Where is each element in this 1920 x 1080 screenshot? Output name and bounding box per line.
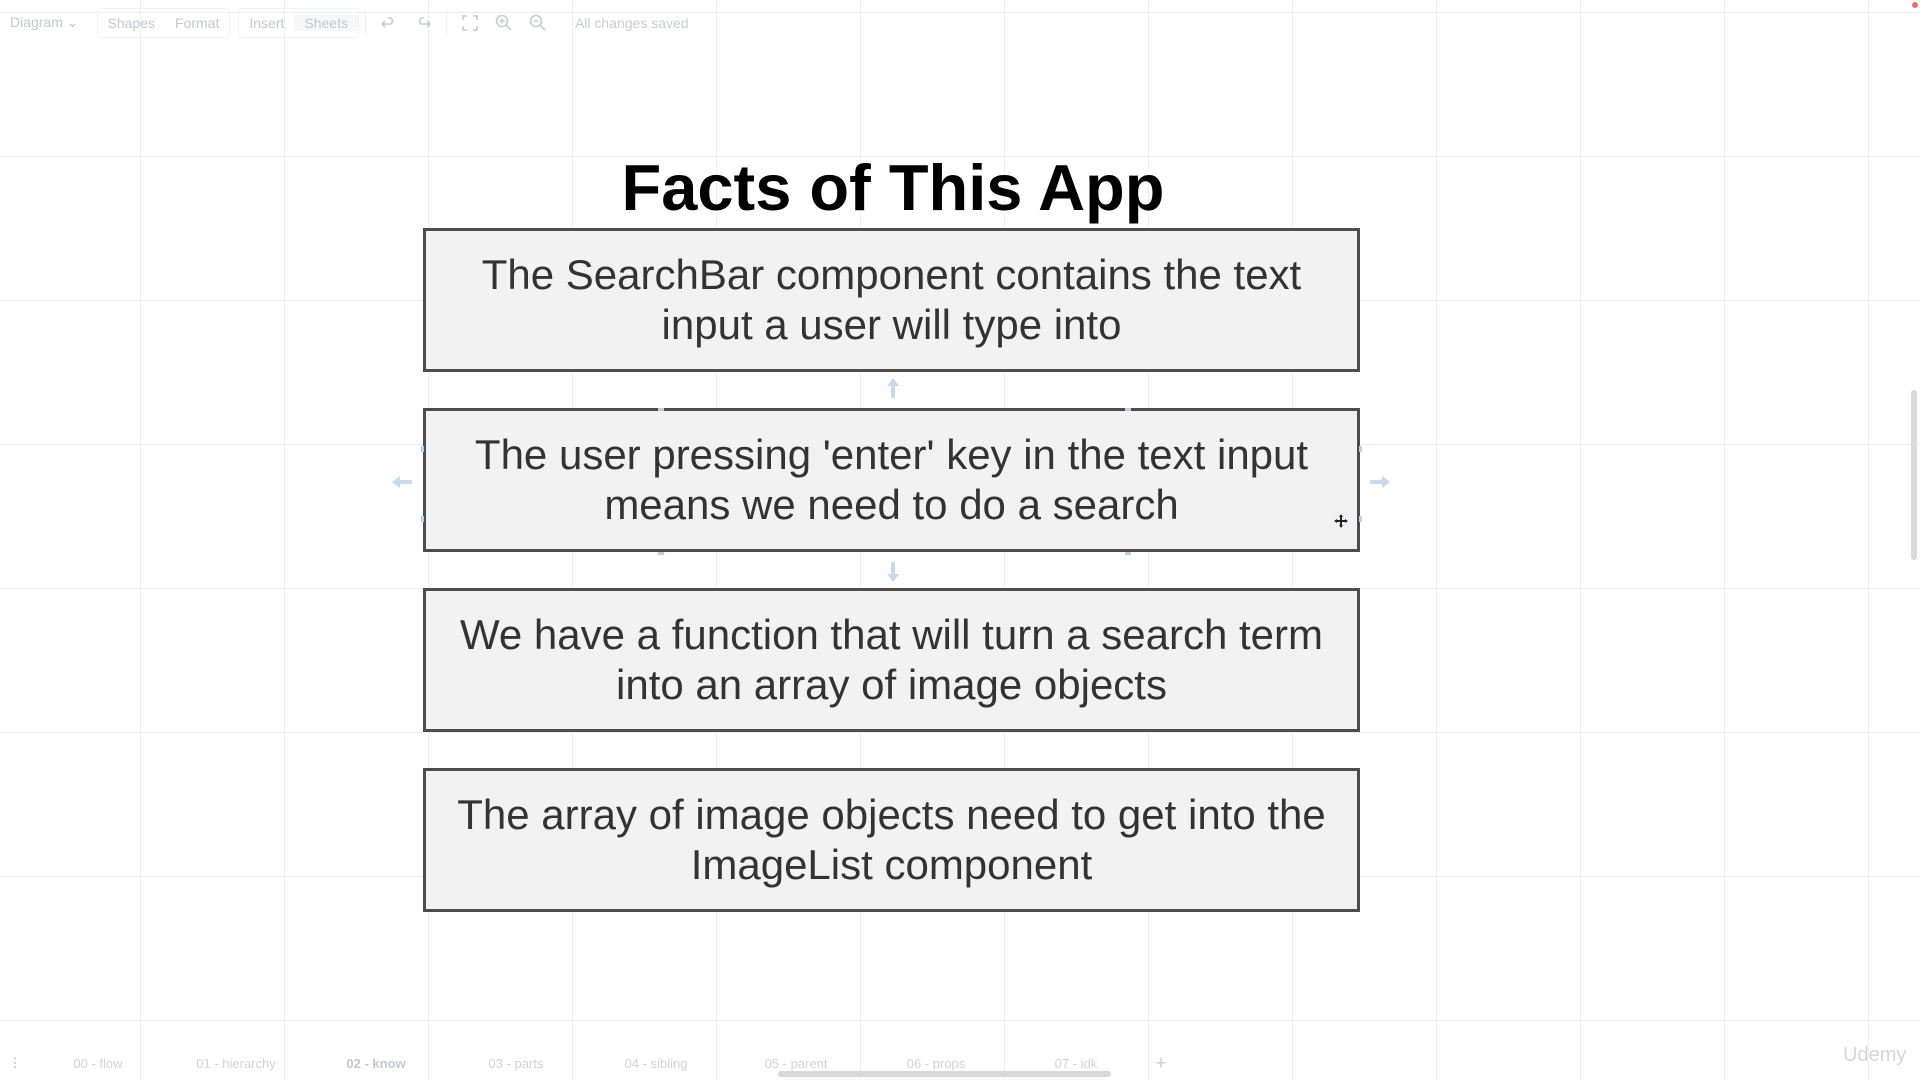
selection-handle[interactable] <box>658 408 664 411</box>
selection-handle[interactable] <box>421 516 424 522</box>
arrow-up-icon[interactable] <box>884 376 902 400</box>
add-page-icon[interactable]: + <box>1146 1053 1176 1074</box>
close-dot-icon[interactable] <box>1912 2 1918 8</box>
zoom-in-icon[interactable] <box>487 9 521 37</box>
toolbar: Diagram ⌄ Shapes Format Insert Sheets Al… <box>0 0 1920 45</box>
format-button[interactable]: Format <box>165 15 229 31</box>
tab-idk[interactable]: 07 - idk <box>1006 1056 1146 1071</box>
panel-toggle-group: Shapes Format <box>96 7 231 38</box>
tab-hierarchy[interactable]: 01 - hierarchy <box>166 1056 306 1071</box>
tab-parts[interactable]: 03 - parts <box>446 1056 586 1071</box>
horizontal-scrollbar[interactable] <box>778 1071 1111 1077</box>
toolbar-divider <box>364 9 366 36</box>
diagram-title[interactable]: Facts of This App <box>423 145 1363 230</box>
diagram-menu[interactable]: Diagram ⌄ <box>0 14 89 31</box>
selection-handle[interactable] <box>1359 516 1362 522</box>
selection-handle[interactable] <box>1125 408 1131 411</box>
arrow-down-icon[interactable] <box>884 560 902 584</box>
insert-button[interactable]: Insert <box>239 15 294 31</box>
selection-handle[interactable] <box>421 446 424 452</box>
insert-group: Insert Sheets <box>238 7 359 38</box>
shapes-button[interactable]: Shapes <box>98 15 165 31</box>
tab-parent[interactable]: 05 - parent <box>726 1056 866 1071</box>
fact-box-search-function[interactable]: We have a function that will turn a sear… <box>423 588 1360 732</box>
move-cursor-icon <box>1334 514 1348 528</box>
vertical-scrollbar[interactable] <box>1911 390 1917 560</box>
arrow-right-icon[interactable] <box>1368 473 1392 491</box>
selection-handle[interactable] <box>1359 446 1362 452</box>
tab-flow[interactable]: 00 - flow <box>30 1056 166 1071</box>
sheets-button[interactable]: Sheets <box>294 14 358 31</box>
selection-handle[interactable] <box>1125 552 1131 555</box>
arrow-left-icon[interactable] <box>390 473 414 491</box>
udemy-watermark: Udemy <box>1843 1044 1907 1066</box>
redo-icon[interactable] <box>406 9 440 37</box>
fact-box-image-list[interactable]: The array of image objects need to get i… <box>423 768 1360 912</box>
zoom-out-icon[interactable] <box>521 9 555 37</box>
tab-sibling[interactable]: 04 - sibling <box>586 1056 726 1071</box>
fact-box-enter-key[interactable]: The user pressing 'enter' key in the tex… <box>423 408 1360 552</box>
pages-menu-icon[interactable]: ⋮ <box>0 1055 30 1071</box>
save-status: All changes saved <box>574 14 689 31</box>
tab-props[interactable]: 06 - props <box>866 1056 1006 1071</box>
fact-box-searchbar[interactable]: The SearchBar component contains the tex… <box>423 228 1360 372</box>
diagram-menu-label: Diagram <box>10 14 63 30</box>
toolbar-divider <box>445 9 447 36</box>
selection-handle[interactable] <box>658 552 664 555</box>
fullscreen-icon[interactable] <box>453 9 487 37</box>
tab-know[interactable]: 02 - know <box>306 1056 446 1071</box>
undo-icon[interactable] <box>372 9 406 37</box>
